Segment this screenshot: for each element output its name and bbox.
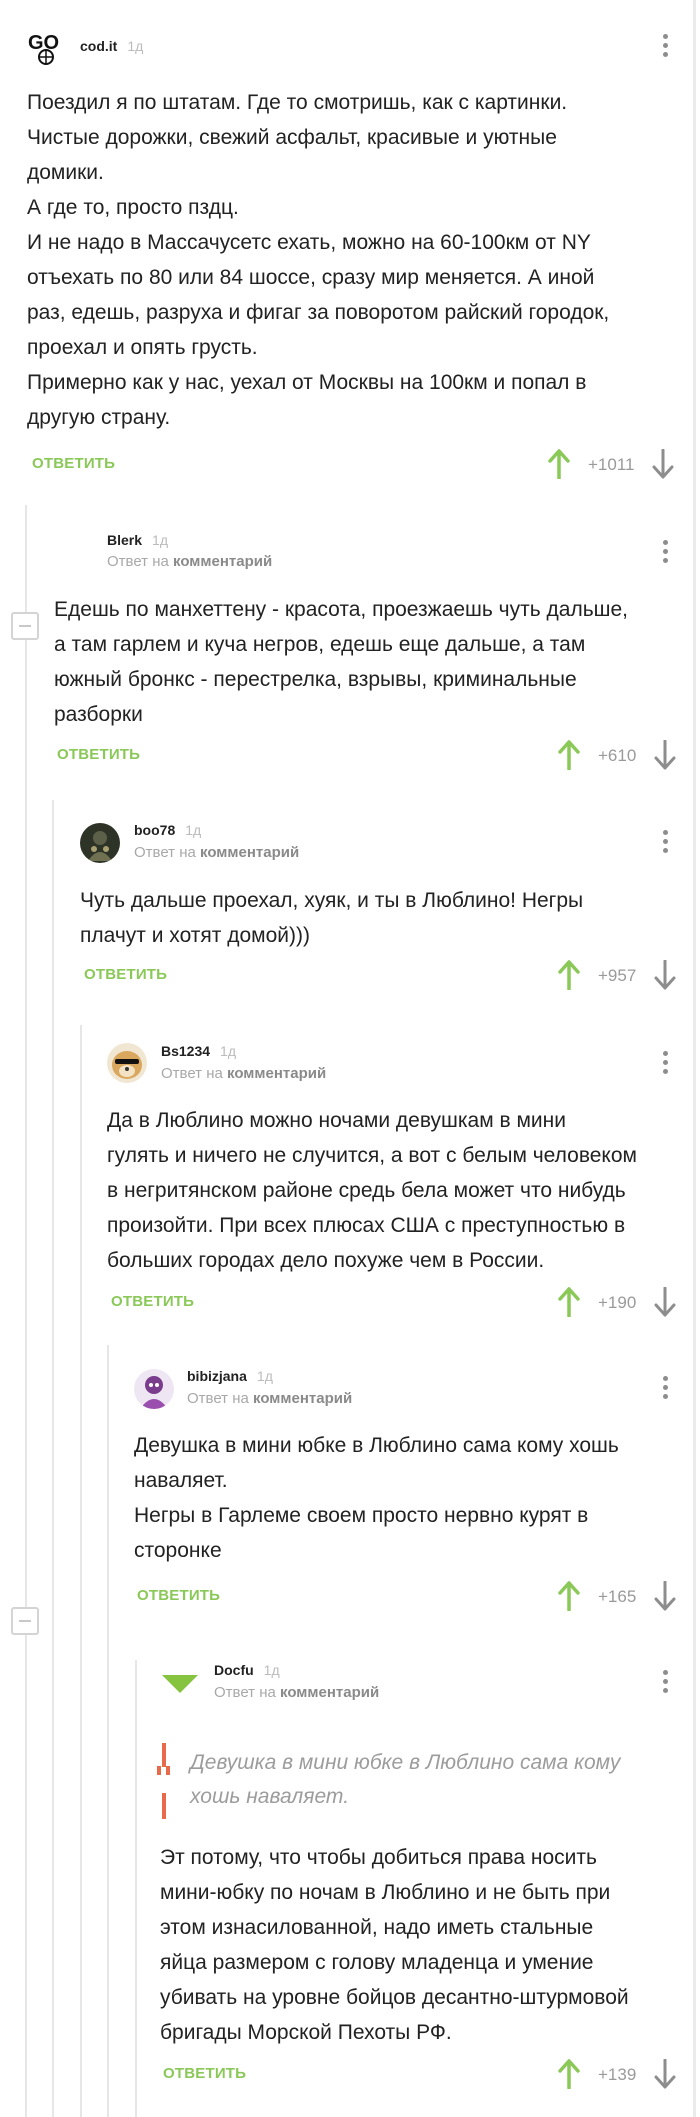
avatar-image	[107, 1043, 147, 1083]
avatar[interactable]	[160, 1663, 200, 1703]
avatar-image	[80, 823, 120, 863]
thread-line-level-3	[80, 1025, 82, 2117]
username[interactable]: Blerk	[107, 532, 142, 548]
menu-dots-icon[interactable]	[661, 34, 669, 61]
downvote-arrow-icon[interactable]	[652, 449, 674, 479]
thread-line-level-1	[25, 505, 27, 2117]
timestamp: 1д	[127, 38, 144, 54]
downvote-arrow-icon[interactable]	[654, 1581, 676, 1611]
username[interactable]: boo78	[134, 822, 175, 838]
comment-author[interactable]: boo78 1д	[134, 822, 201, 838]
menu-dots-icon[interactable]	[661, 1051, 669, 1078]
thread-line-level-4	[107, 1345, 109, 2117]
rating: +957	[598, 966, 637, 985]
comment-author[interactable]: cod.it 1д	[80, 38, 143, 54]
thread-line-level-5	[135, 1660, 137, 2117]
quoted-text: Девушка в мини юбке в Люблино сама кому …	[190, 1751, 621, 1808]
reply-to-link[interactable]: Ответ на комментарий	[214, 1684, 379, 1701]
avatar[interactable]	[134, 1369, 174, 1409]
upvote-arrow-icon[interactable]	[558, 2059, 580, 2089]
menu-dots-icon[interactable]	[661, 1670, 669, 1697]
reply-button[interactable]: ОТВЕТИТЬ	[84, 966, 167, 983]
menu-dots-icon[interactable]	[661, 830, 669, 857]
reply-to-link[interactable]: Ответ на комментарий	[187, 1390, 352, 1407]
comment-text: Поездил я по штатам. Где то смотришь, ка…	[27, 91, 610, 429]
reply-button[interactable]: ОТВЕТИТЬ	[57, 746, 140, 763]
menu-dots-icon[interactable]	[661, 540, 669, 567]
right-edge-line	[693, 0, 696, 2117]
timestamp: 1д	[185, 822, 202, 838]
collapse-thread-icon[interactable]	[11, 1607, 39, 1635]
username[interactable]: bibizjana	[187, 1368, 247, 1384]
reply-to-link[interactable]: Ответ на комментарий	[134, 844, 299, 861]
menu-dots-icon[interactable]	[661, 1376, 669, 1403]
timestamp: 1д	[263, 1662, 280, 1678]
avatar[interactable]	[80, 823, 120, 863]
reply-button[interactable]: ОТВЕТИТЬ	[111, 1293, 194, 1310]
collapse-thread-icon[interactable]	[11, 612, 39, 640]
comment-author[interactable]: Bs1234 1д	[161, 1043, 236, 1059]
upvote-arrow-icon[interactable]	[558, 1287, 580, 1317]
upvote-arrow-icon[interactable]	[558, 740, 580, 770]
username[interactable]: cod.it	[80, 38, 117, 54]
comment-author[interactable]: Docfu 1д	[214, 1662, 280, 1678]
comment-text: Чуть дальше проехал, хуяк, и ты в Люблин…	[80, 889, 584, 947]
upvote-arrow-icon[interactable]	[558, 1581, 580, 1611]
timestamp: 1д	[152, 532, 168, 548]
comment-text: Едешь по манхеттену - красота, проезжаеш…	[54, 598, 629, 726]
reply-button[interactable]: ОТВЕТИТЬ	[163, 2065, 246, 2082]
avatar[interactable]	[107, 1043, 147, 1083]
upvote-arrow-icon[interactable]	[558, 960, 580, 990]
reply-to-link[interactable]: Ответ на комментарий	[161, 1065, 326, 1082]
downvote-arrow-icon[interactable]	[654, 2059, 676, 2089]
rating: +190	[598, 1293, 637, 1312]
comment-author[interactable]: Blerk 1д	[107, 532, 168, 548]
thread-line-level-2	[52, 800, 54, 2117]
go-logo-icon: GO	[28, 32, 59, 65]
comment-text: Да в Люблино можно ночами девушкам в мин…	[107, 1109, 637, 1272]
quote-mark-icon	[154, 1764, 174, 1784]
rating: +610	[598, 746, 637, 765]
upvote-arrow-icon[interactable]	[548, 449, 570, 479]
rating: +139	[598, 2065, 637, 2084]
reply-button[interactable]: ОТВЕТИТЬ	[32, 455, 115, 472]
downvote-arrow-icon[interactable]	[654, 1287, 676, 1317]
timestamp: 1д	[220, 1043, 237, 1059]
comment-text: Эт потому, что чтобы добиться права носи…	[160, 1846, 629, 2044]
avatar[interactable]: GO	[27, 27, 65, 67]
rating: +1011	[588, 455, 635, 474]
reply-to-link[interactable]: Ответ на комментарий	[107, 553, 272, 570]
reply-button[interactable]: ОТВЕТИТЬ	[137, 1587, 220, 1604]
quote-bar	[162, 1793, 166, 1819]
rating: +165	[598, 1587, 637, 1606]
avatar-image	[134, 1369, 174, 1409]
comment-author[interactable]: bibizjana 1д	[187, 1368, 273, 1384]
downvote-arrow-icon[interactable]	[654, 740, 676, 770]
username[interactable]: Docfu	[214, 1662, 254, 1678]
username[interactable]: Bs1234	[161, 1043, 210, 1059]
downvote-arrow-icon[interactable]	[654, 960, 676, 990]
triangle-avatar-icon	[162, 1675, 198, 1693]
timestamp: 1д	[256, 1368, 273, 1384]
comment-text: Девушка в мини юбке в Люблино сама кому …	[134, 1434, 619, 1562]
